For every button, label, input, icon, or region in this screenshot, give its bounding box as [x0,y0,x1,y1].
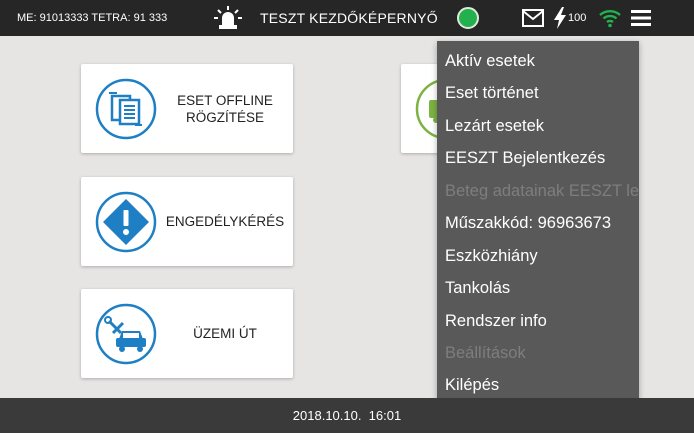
menu-item-rendszer-info[interactable]: Rendszer info [445,305,547,337]
menu-item-muszakkod[interactable]: Műszakkód: 96963673 [445,207,611,239]
datetime-text: 2018.10.10. 16:01 [292,408,402,423]
menu-item-beteg-adatainak: Beteg adatainak EESZT le [445,182,639,200]
tile-label: ESET OFFLINE RÖGZÍTÉSE [177,92,273,125]
menu-item-aktiv-esetek[interactable]: Aktív esetek [445,45,535,77]
menu-item-eset-tortenet[interactable]: Eset történet [445,77,539,109]
menu-item-eeszt-bejelentkezes[interactable]: EESZT Bejelentkezés [445,142,605,174]
dropdown-menu: Aktív esetek Eset történet Lezárt esetek… [437,41,639,406]
tile-label: ÜZEMI ÚT [193,326,257,341]
menu-item-eszkozhiany[interactable]: Eszközhiány [445,240,538,272]
status-indicator[interactable] [457,7,479,29]
warning-icon [95,191,157,253]
tile-eset-offline[interactable]: ESET OFFLINE RÖGZÍTÉSE [81,64,293,153]
tile-label: ENGEDÉLYKÉRÉS [165,214,285,229]
document-copy-icon [95,78,157,140]
unit-id-text: ME: 91013333 TETRA: 91 333 [17,12,168,24]
top-status-bar: ME: 91013333 TETRA: 91 333 TESZT KEZDŐKÉ… [0,0,694,36]
tile-engedelykeres[interactable]: ENGEDÉLYKÉRÉS [81,177,293,266]
battery-level: 100 [568,12,587,24]
tile-uzemi-ut[interactable]: ÜZEMI ÚT [81,289,293,378]
siren-icon [214,6,242,29]
screen-title: TESZT KEZDŐKÉPERNYŐ [260,10,438,26]
menu-item-kilepes[interactable]: Kilépés [445,369,499,401]
menu-item-tankolas[interactable]: Tankolás [445,272,510,304]
wifi-icon [599,10,621,28]
menu-item-lezart-esetek[interactable]: Lezárt esetek [445,110,544,142]
bottom-status-bar: 2018.10.10. 16:01 [0,398,694,433]
hamburger-menu-icon[interactable] [631,10,651,26]
car-tools-icon [95,303,157,365]
mail-icon[interactable] [522,9,544,27]
menu-item-beallitasok: Beállítások [445,344,526,362]
lightning-icon [554,7,566,29]
